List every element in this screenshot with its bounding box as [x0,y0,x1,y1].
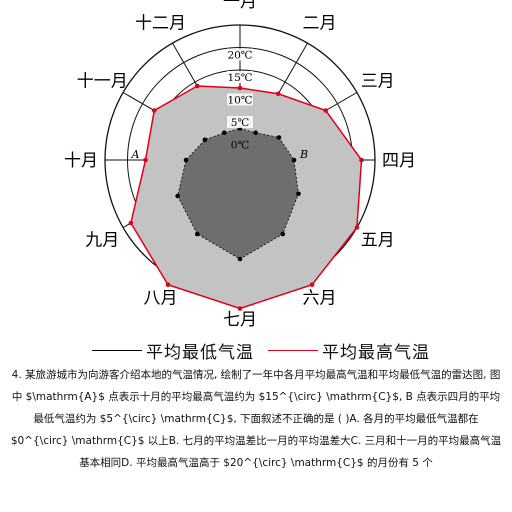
high-temp-point-3 [359,157,364,163]
high-temp-point-4 [354,225,360,230]
high-temp-point-11 [194,83,200,89]
high-temp-point-10 [151,108,157,113]
low-temp-point-11 [221,130,227,136]
month-label-5: 六月 [303,289,337,309]
low-temp-point-5 [280,231,286,237]
month-label-10: 十一月 [77,72,128,92]
month-label-4: 五月 [361,231,395,251]
annotation-a: A [131,148,140,161]
low-temp-point-10 [202,137,208,143]
tick-label-2: 10℃ [227,95,252,107]
high-temp-point-9 [143,157,148,163]
high-temp-point-5 [309,282,315,288]
month-label-9: 十月 [64,151,98,171]
legend-item-high: 平均最高气温 [268,338,430,363]
tick-label-3: 5℃ [231,117,250,129]
low-temp-point-8 [175,193,180,199]
high-temp-point-8 [128,220,134,226]
legend-label-low: 平均最低气温 [146,343,254,363]
low-temp-point-3 [291,157,297,163]
legend-swatch-low [92,350,142,351]
low-temp-point-4 [296,191,301,197]
tick-label-1: 15℃ [227,72,252,84]
month-label-3: 四月 [382,151,416,171]
radar-chart: 20℃ 15℃ 10℃ 5℃ 0℃ 一月二月三月四月五月六月七月 八月 九月 十月 十一月 十二月… [64,0,416,330]
legend: 平均最低气温 平均最高气温 [0,338,512,366]
high-temp-point-7 [165,282,171,288]
high-temp-point-1 [275,91,281,97]
month-label-11: 十二月 [135,13,186,33]
annotation-b: B [299,148,308,161]
legend-label-high: 平均最高气温 [322,343,430,363]
low-temp-point-2 [276,135,282,140]
month-label-1: 二月 [303,13,337,33]
month-label-8: 九月 [85,231,119,251]
tick-label-4: 0℃ [231,140,250,152]
high-temp-point-0 [237,85,243,91]
month-label-2: 三月 [361,72,395,92]
low-temp-point-9 [183,157,189,163]
month-label-0: 一月 [223,0,257,12]
high-temp-point-2 [323,108,329,113]
low-temp-point-1 [253,130,259,136]
low-temp-point-6 [237,256,243,262]
tick-label-0: 20℃ [227,50,252,62]
legend-item-low: 平均最低气温 [92,338,254,363]
low-temp-point-7 [194,231,200,237]
question-text: 4. 某旅游城市为向游客介绍本地的气温情况, 绘制了一年中各月平均最高气温和平均… [10,369,502,469]
legend-swatch-high [268,350,318,351]
month-label-6: 七月 [223,310,257,330]
month-label-7: 八月 [144,289,178,309]
